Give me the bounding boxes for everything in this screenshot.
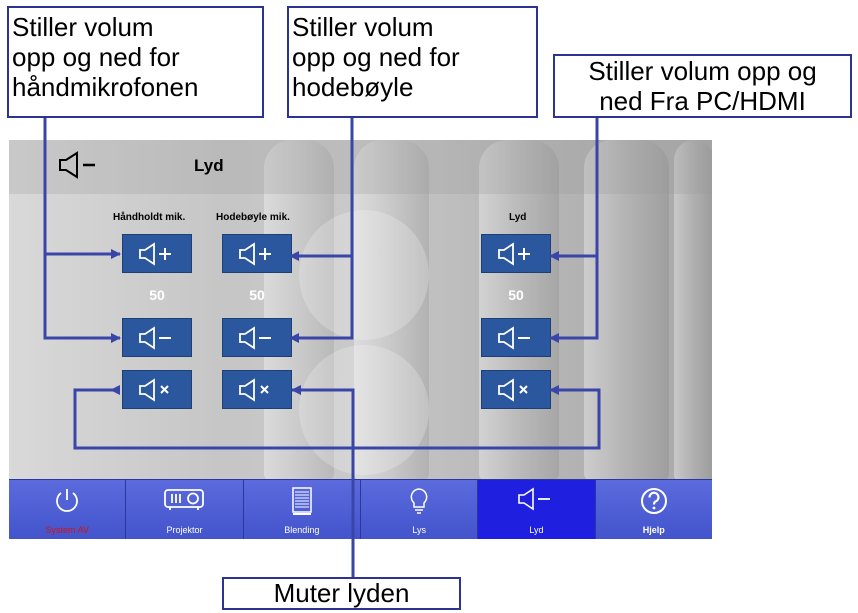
callout-line: opp og ned for	[12, 42, 180, 72]
arrow-handheld-up	[43, 117, 121, 259]
arrow-handheld-down	[43, 254, 121, 343]
callout-line: hodebøyle	[292, 72, 414, 102]
callout-line: ned Fra PC/HDMI	[599, 86, 806, 116]
arrow-mute-center	[291, 385, 355, 578]
callout-line: Stiller volum opp og	[588, 56, 817, 86]
callout-pc-hdmi: Stiller volum opp og ned Fra PC/HDMI	[553, 54, 852, 118]
arrow-pc-down	[549, 256, 599, 343]
callout-mute: Muter lyden	[222, 577, 461, 610]
arrow-head	[110, 385, 120, 395]
arrow-mute-bracket	[73, 385, 601, 450]
callout-line: opp og ned for	[292, 42, 460, 72]
callout-headset-mic: Stiller volum opp og ned for hodebøyle	[287, 6, 538, 118]
callout-line: Stiller volum	[12, 12, 154, 42]
callout-line: håndmikrofonen	[12, 72, 199, 102]
arrow-pc-up	[549, 117, 599, 261]
callout-line: Stiller volum	[292, 12, 434, 42]
arrow-headset-down	[289, 256, 354, 343]
callout-handheld-mic: Stiller volum opp og ned for håndmikrofo…	[7, 6, 264, 118]
arrow-headset-up	[289, 117, 354, 261]
